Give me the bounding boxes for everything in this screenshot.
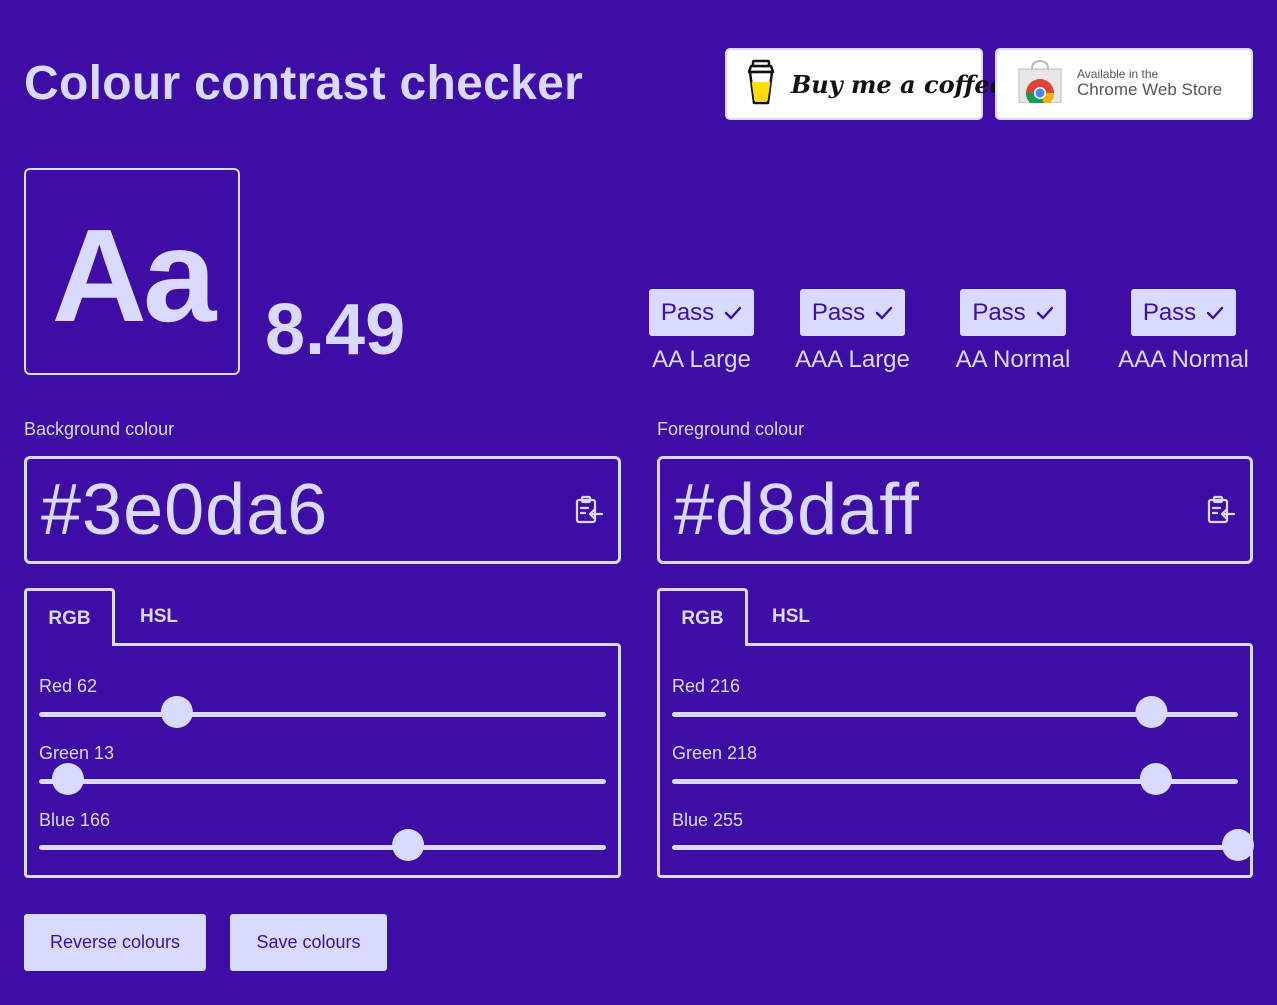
- pass-badge: Pass: [960, 289, 1066, 336]
- background-colour-value[interactable]: #3e0da6: [41, 474, 328, 546]
- result-label: AA Large: [652, 346, 751, 373]
- foreground-green-label: Green 218: [672, 743, 758, 763]
- background-tab-hsl[interactable]: HSL: [118, 588, 200, 646]
- background-blue-label: Blue 166: [39, 810, 111, 830]
- result-aa-large: Pass AA Large: [648, 289, 755, 374]
- foreground-blue-thumb[interactable]: [1222, 829, 1254, 861]
- background-red-thumb[interactable]: [160, 696, 193, 728]
- pass-badge: Pass: [1130, 289, 1237, 336]
- buy-me-a-coffee-button[interactable]: Buy me a coffee: [725, 48, 1005, 120]
- check-icon: [1036, 299, 1054, 327]
- reverse-colours-button[interactable]: Reverse colours: [24, 914, 206, 971]
- background-green-slider[interactable]: [39, 763, 606, 795]
- background-blue-slider[interactable]: [39, 829, 606, 861]
- pass-text: Pass: [1142, 298, 1197, 326]
- pass-text: Pass: [972, 298, 1026, 326]
- check-icon: [724, 299, 742, 327]
- foreground-red-thumb[interactable]: [1135, 696, 1168, 728]
- foreground-tab-hsl[interactable]: HSL: [750, 588, 832, 646]
- background-colour-label: Background colour: [24, 419, 175, 439]
- contrast-ratio: 8.49: [265, 290, 406, 370]
- background-green-label: Green 13: [39, 743, 115, 763]
- preview-sample-text: Aa: [51, 201, 217, 349]
- result-label: AAA Large: [795, 346, 910, 373]
- foreground-tab-rgb[interactable]: RGB: [657, 588, 748, 646]
- result-aaa-large: Pass AAA Large: [793, 289, 912, 374]
- chrome-store-icon: [1015, 59, 1065, 110]
- paste-clipboard-icon[interactable]: [574, 495, 604, 525]
- result-label: AAA Normal: [1118, 346, 1249, 373]
- foreground-green-thumb[interactable]: [1139, 763, 1172, 795]
- pass-text: Pass: [660, 298, 715, 326]
- pass-badge: Pass: [648, 289, 755, 336]
- background-red-slider[interactable]: [39, 696, 606, 728]
- background-tab-rgb[interactable]: RGB: [24, 588, 115, 646]
- foreground-green-slider[interactable]: [672, 763, 1238, 795]
- result-aaa-normal: Pass AAA Normal: [1114, 289, 1253, 374]
- chrome-web-store-button[interactable]: Available in the Chrome Web Store: [995, 48, 1253, 120]
- background-green-thumb[interactable]: [51, 763, 84, 795]
- foreground-blue-slider[interactable]: [672, 829, 1254, 861]
- pass-text: Pass: [811, 298, 866, 326]
- page-title: Colour contrast checker: [24, 57, 584, 110]
- chrome-store-big-text: Chrome Web Store: [1077, 80, 1223, 100]
- contrast-preview: Aa: [24, 168, 240, 375]
- coffee-label: Buy me a coffee: [791, 69, 1005, 99]
- foreground-blue-label: Blue 255: [672, 810, 744, 830]
- check-icon: [875, 299, 893, 327]
- foreground-red-label: Red 216: [672, 676, 741, 696]
- pass-badge: Pass: [799, 289, 906, 336]
- coffee-cup-icon: [745, 58, 777, 111]
- foreground-colour-value[interactable]: #d8daff: [674, 474, 920, 546]
- foreground-colour-input[interactable]: #d8daff: [657, 456, 1253, 564]
- background-blue-thumb[interactable]: [392, 829, 425, 861]
- result-label: AA Normal: [955, 346, 1071, 373]
- foreground-colour-label: Foreground colour: [657, 419, 805, 439]
- check-icon: [1206, 299, 1224, 327]
- paste-clipboard-icon[interactable]: [1206, 495, 1236, 525]
- result-aa-normal: Pass AA Normal: [952, 289, 1074, 374]
- foreground-red-slider[interactable]: [672, 696, 1238, 728]
- save-colours-button[interactable]: Save colours: [230, 914, 387, 971]
- background-red-label: Red 62: [39, 676, 98, 696]
- background-colour-input[interactable]: #3e0da6: [24, 456, 621, 564]
